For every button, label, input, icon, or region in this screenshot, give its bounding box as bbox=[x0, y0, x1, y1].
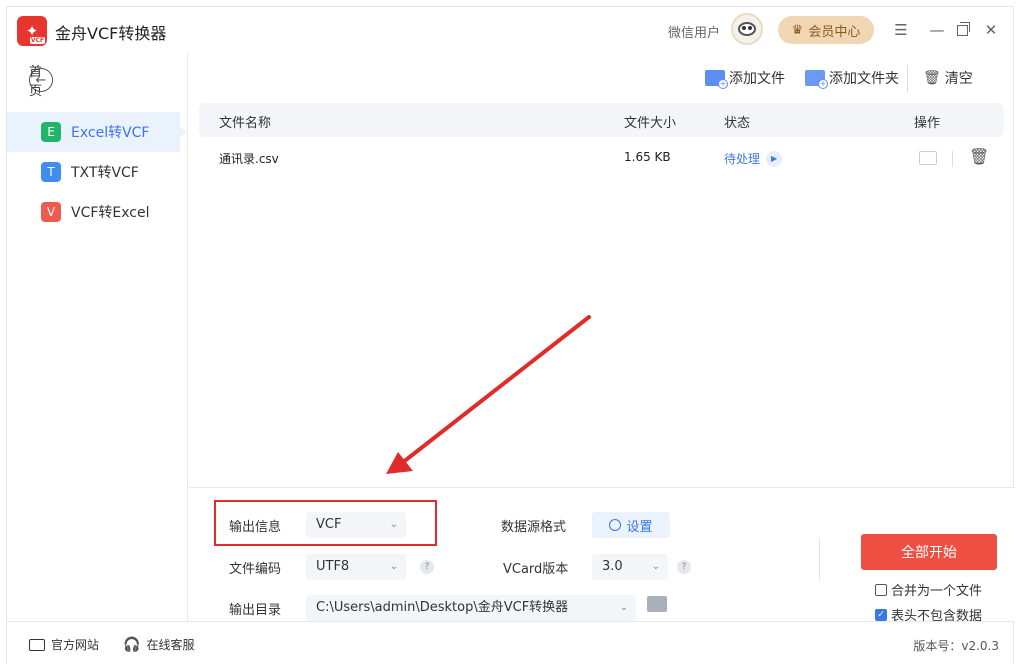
sidebar-item-label: TXT转VCF bbox=[71, 165, 139, 181]
output-format-value: VCF bbox=[316, 517, 342, 532]
sidebar-item-label: Excel转VCF bbox=[71, 125, 150, 141]
add-folder-icon: + bbox=[805, 70, 828, 89]
gear-icon bbox=[609, 519, 622, 531]
sidebar-item-txt-to-vcf[interactable]: T TXT转VCF bbox=[7, 152, 180, 192]
output-dir-value: C:\Users\admin\Desktop\金舟VCF转换器 bbox=[316, 600, 569, 615]
clear-button[interactable]: 🗑 清空 bbox=[923, 68, 973, 88]
sidebar-item-vcf-to-excel[interactable]: V VCF转Excel bbox=[7, 192, 180, 232]
sidebar: ← 首页 E Excel转VCF T TXT转VCF V VCF转Excel bbox=[7, 53, 188, 621]
menu-icon[interactable]: ☰ bbox=[891, 20, 911, 40]
column-header-ops: 操作 bbox=[914, 116, 941, 131]
encoding-help-icon[interactable]: ? bbox=[420, 560, 434, 574]
title-bar: ✦ VCF 金舟VCF转换器 微信用户 ♛ 会员中心 ☰ — ✕ bbox=[7, 7, 1013, 53]
op-divider bbox=[952, 151, 953, 167]
column-header-size: 文件大小 bbox=[624, 116, 677, 131]
file-toolbar: + 添加文件 + 添加文件夹 🗑 清空 bbox=[189, 53, 1015, 103]
output-dir-label: 输出目录 bbox=[229, 603, 282, 618]
minimize-icon[interactable]: — bbox=[927, 20, 947, 40]
browse-folder-icon[interactable] bbox=[647, 596, 667, 612]
monitor-icon bbox=[29, 638, 45, 651]
member-center-label: 会员中心 bbox=[808, 24, 861, 40]
play-icon[interactable]: ▶ bbox=[766, 150, 783, 167]
source-format-label: 数据源格式 bbox=[501, 520, 567, 535]
close-icon[interactable]: ✕ bbox=[981, 20, 1001, 40]
output-format-select[interactable]: VCF ⌄ bbox=[306, 512, 406, 538]
file-size-cell: 1.65 KB bbox=[624, 150, 671, 164]
merge-label: 合并为一个文件 bbox=[891, 584, 983, 599]
settings-button-label: 设置 bbox=[626, 519, 653, 535]
chevron-down-icon: ⌄ bbox=[651, 561, 660, 572]
table-row[interactable]: 通讯录.csv 1.65 KB 待处理 ▶ 🗑 bbox=[199, 143, 1004, 175]
home-label: 首页 bbox=[29, 65, 43, 99]
checkbox-checked-icon: ✓ bbox=[875, 608, 887, 621]
headset-icon: 🎧 bbox=[123, 636, 141, 653]
sidebar-item-label: VCF转Excel bbox=[71, 205, 150, 221]
output-dir-select[interactable]: C:\Users\admin\Desktop\金舟VCF转换器 ⌄ bbox=[306, 595, 636, 621]
encoding-select[interactable]: UTF8 ⌄ bbox=[306, 554, 406, 580]
app-window: ✦ VCF 金舟VCF转换器 微信用户 ♛ 会员中心 ☰ — ✕ ← 首页 E E… bbox=[6, 6, 1015, 665]
toolbar-divider bbox=[907, 65, 908, 93]
add-file-icon: + bbox=[705, 70, 728, 89]
vcf-icon: V bbox=[41, 202, 61, 222]
delete-icon[interactable]: 🗑 bbox=[969, 147, 989, 166]
checkbox-unchecked bbox=[875, 583, 887, 596]
trash-icon: 🗑 bbox=[923, 70, 941, 86]
add-folder-label: 添加文件夹 bbox=[829, 71, 899, 87]
support-label: 在线客服 bbox=[146, 638, 195, 652]
version-label: 版本号：v2.0.3 bbox=[913, 639, 999, 653]
clear-label: 清空 bbox=[944, 71, 973, 87]
restore-icon[interactable] bbox=[952, 20, 972, 40]
support-link[interactable]: 🎧 在线客服 bbox=[123, 636, 194, 653]
website-link[interactable]: 官方网站 bbox=[29, 636, 99, 653]
file-name-cell: 通讯录.csv bbox=[219, 152, 279, 166]
encoding-label: 文件编码 bbox=[229, 562, 282, 577]
status-bar: 官方网站 🎧 在线客服 版本号：v2.0.3 bbox=[7, 621, 1013, 665]
user-name[interactable]: 微信用户 bbox=[668, 22, 720, 41]
add-file-button[interactable]: + 添加文件 bbox=[705, 68, 785, 89]
chevron-down-icon: ⌄ bbox=[619, 602, 628, 613]
open-folder-icon[interactable] bbox=[919, 151, 937, 165]
panel-divider bbox=[819, 538, 820, 580]
start-all-button[interactable]: 全部开始 bbox=[861, 534, 997, 570]
vcard-help-icon[interactable]: ? bbox=[677, 560, 691, 574]
file-table-header: 文件名称 文件大小 状态 操作 bbox=[199, 103, 1004, 137]
status-text: 待处理 bbox=[724, 152, 761, 166]
member-center-button[interactable]: ♛ 会员中心 bbox=[778, 16, 874, 44]
chevron-down-icon: ⌄ bbox=[389, 561, 398, 572]
status-cell: 待处理 ▶ bbox=[724, 150, 783, 167]
app-logo: ✦ VCF bbox=[17, 16, 47, 46]
add-folder-button[interactable]: + 添加文件夹 bbox=[805, 68, 899, 89]
excel-icon: E bbox=[41, 122, 61, 142]
vcard-version-value: 3.0 bbox=[602, 559, 623, 574]
source-format-settings-button[interactable]: 设置 bbox=[592, 512, 670, 538]
column-header-name: 文件名称 bbox=[219, 116, 272, 131]
txt-icon: T bbox=[41, 162, 61, 182]
home-button[interactable]: ← 首页 bbox=[29, 65, 53, 99]
encoding-value: UTF8 bbox=[316, 559, 350, 574]
output-info-label: 输出信息 bbox=[229, 520, 282, 535]
add-file-label: 添加文件 bbox=[729, 71, 785, 87]
logo-text: VCF bbox=[29, 37, 45, 44]
panda-avatar-icon bbox=[738, 22, 756, 36]
column-header-status: 状态 bbox=[724, 116, 751, 131]
vcard-version-select[interactable]: 3.0 ⌄ bbox=[592, 554, 668, 580]
sidebar-item-excel-to-vcf[interactable]: E Excel转VCF bbox=[7, 112, 186, 152]
crown-icon: ♛ bbox=[791, 22, 804, 38]
avatar[interactable] bbox=[731, 13, 763, 45]
chevron-down-icon: ⌄ bbox=[389, 519, 398, 530]
website-label: 官方网站 bbox=[51, 638, 100, 652]
app-title: 金舟VCF转换器 bbox=[55, 24, 167, 43]
merge-checkbox[interactable]: 合并为一个文件 bbox=[875, 580, 982, 599]
vcard-version-label: VCard版本 bbox=[503, 562, 569, 577]
settings-panel: 输出信息 VCF ⌄ 文件编码 UTF8 ⌄ ? 输出目录 C:\Users\a… bbox=[189, 487, 1015, 624]
